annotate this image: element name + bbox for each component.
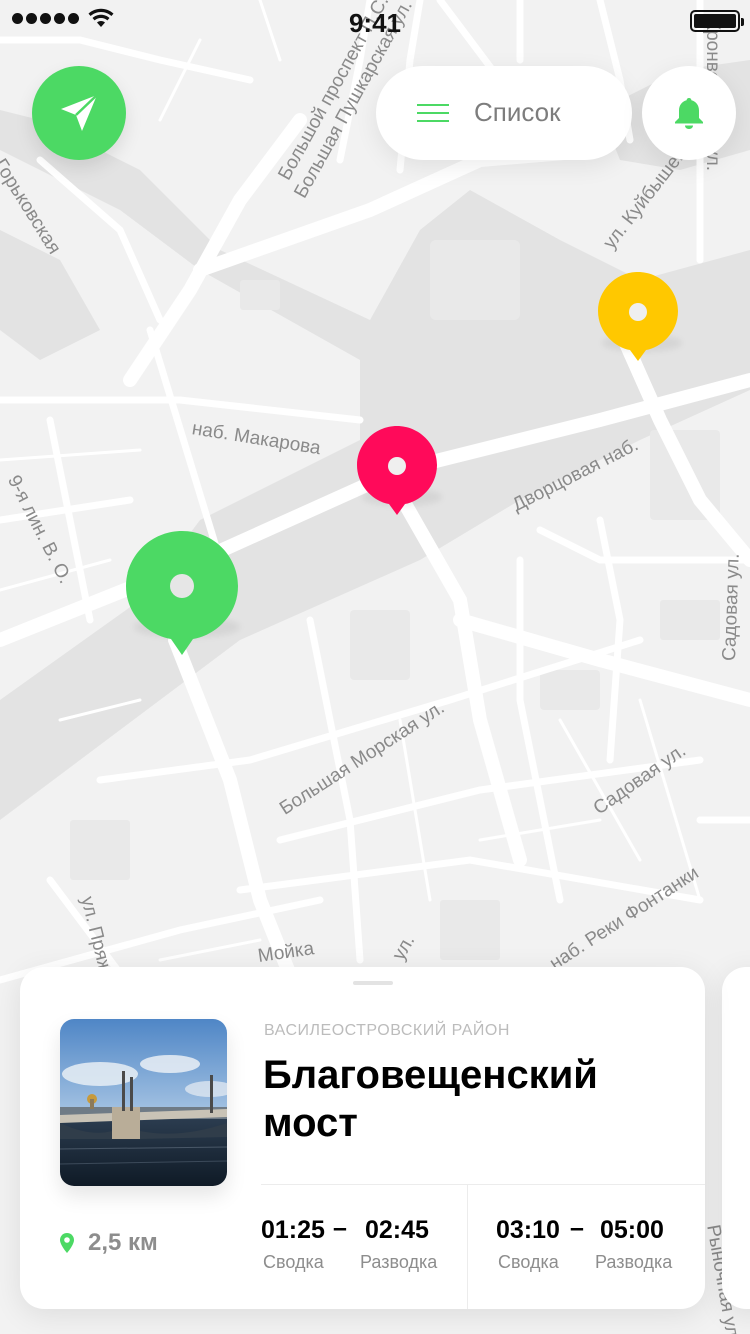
- list-view-button[interactable]: Список: [376, 66, 632, 160]
- list-button-label: Список: [474, 97, 561, 127]
- locate-button[interactable]: [32, 66, 126, 160]
- navigation-arrow-icon: [61, 94, 98, 131]
- bell-icon: [675, 98, 703, 129]
- next-card-peek[interactable]: [722, 967, 750, 1309]
- battery-icon: [690, 10, 744, 32]
- district-label: ВАСИЛЕОСТРОВСКИЙ РАЙОН: [264, 1022, 510, 1039]
- map-pin-yellow[interactable]: [596, 270, 680, 362]
- divider: [261, 1184, 705, 1185]
- street-label: Садовая ул.: [719, 553, 744, 662]
- bridge-card[interactable]: ВАСИЛЕОСТРОВСКИЙ РАЙОН Благовещенский мо…: [20, 967, 705, 1309]
- close-label: Сводка: [263, 1252, 324, 1272]
- menu-icon: [417, 104, 449, 123]
- open-time: 02:45: [365, 1216, 429, 1244]
- status-time: 9:41: [348, 8, 402, 38]
- time-separator: –: [570, 1214, 584, 1242]
- divider: [467, 1184, 468, 1309]
- bridge-photo: [60, 1019, 227, 1186]
- notifications-button[interactable]: [642, 66, 736, 160]
- open-label: Разводка: [595, 1252, 673, 1272]
- time-separator: –: [333, 1214, 347, 1242]
- map-pin-red[interactable]: [355, 424, 439, 516]
- close-label: Сводка: [498, 1252, 559, 1272]
- bridge-title: Благовещенский мост: [263, 1053, 598, 1145]
- open-time: 05:00: [600, 1216, 664, 1244]
- open-label: Разводка: [360, 1252, 438, 1272]
- location-pin-icon: [60, 1233, 74, 1253]
- drag-handle[interactable]: [353, 981, 393, 985]
- distance-value: 2,5 км: [88, 1229, 158, 1256]
- map-pin-green-selected[interactable]: [124, 529, 240, 656]
- close-time: 01:25: [261, 1216, 325, 1244]
- status-bar: 9:41: [0, 0, 750, 40]
- close-time: 03:10: [496, 1216, 560, 1244]
- distance-info: 2,5 км: [60, 1229, 158, 1257]
